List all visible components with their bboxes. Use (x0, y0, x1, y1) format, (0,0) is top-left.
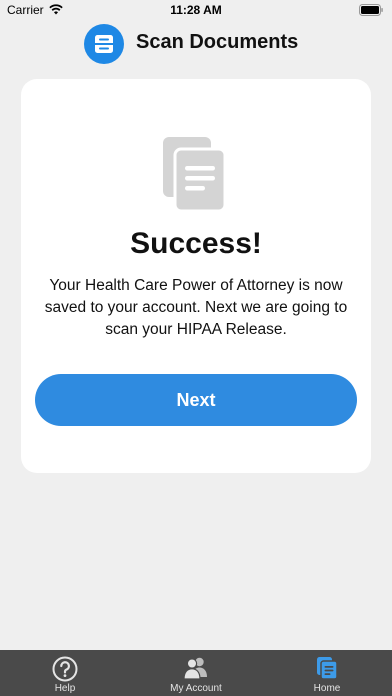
home-documents-icon (317, 657, 338, 680)
tab-my-account[interactable]: My Account (157, 650, 235, 696)
tab-my-account-label: My Account (170, 683, 222, 694)
tab-home-label: Home (313, 683, 341, 694)
tab-home[interactable]: Home (288, 650, 366, 696)
scanner-logo-icon (84, 24, 124, 64)
tab-help-label: Help (54, 683, 76, 694)
app-header: Scan Documents (0, 22, 392, 66)
success-card: Success! Your Health Care Power of Attor… (21, 79, 371, 473)
page-title: Scan Documents (136, 31, 299, 53)
battery-icon (359, 4, 383, 16)
account-icon (183, 657, 207, 680)
next-button[interactable]: Next (35, 374, 357, 426)
help-icon (52, 656, 78, 682)
screen: Carrier 11:28 AM Scan Documents Success!… (0, 0, 392, 696)
success-message: Your Health Care Power of Attorney is no… (44, 277, 348, 338)
tab-bar: Help My Account Home (0, 650, 392, 696)
documents-icon (163, 137, 227, 213)
tab-help[interactable]: Help (26, 650, 104, 696)
success-title: Success! (130, 227, 262, 260)
status-time: 11:28 AM (170, 3, 222, 17)
status-bar: Carrier 11:28 AM (0, 0, 392, 20)
